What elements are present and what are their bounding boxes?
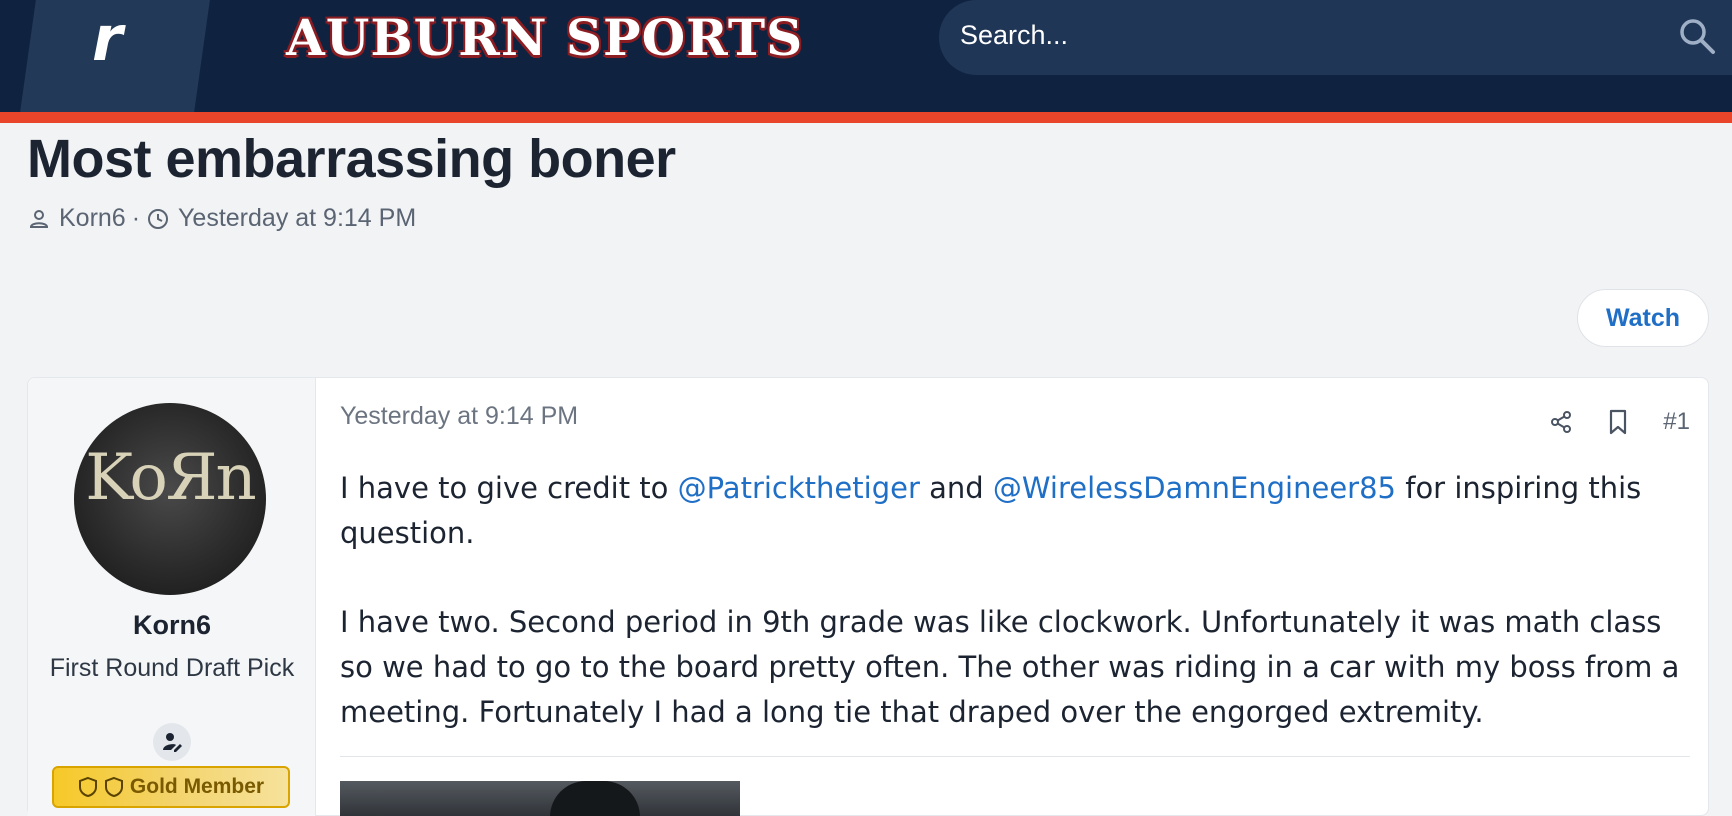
shield-icon (78, 776, 97, 798)
site-logo[interactable]: r (92, 2, 123, 75)
gold-member-label: Gold Member (129, 775, 265, 798)
post-paragraph: I have two. Second period in 9th grade w… (340, 605, 1680, 729)
user-edit-icon (163, 733, 182, 752)
post-divider (340, 756, 1690, 757)
post: KoЯn Korn6 First Round Draft Pick Gold M… (27, 377, 1709, 816)
user-title: First Round Draft Pick (49, 654, 295, 682)
header-accent-stripe (0, 112, 1732, 123)
clock-icon (148, 208, 169, 229)
avatar-logo-text: KoЯn (85, 441, 257, 515)
post-actions: #1 (1549, 408, 1690, 436)
post-text-segment: I have to give credit to (340, 471, 678, 505)
search-icon[interactable] (1678, 17, 1716, 55)
post-number[interactable]: #1 (1663, 408, 1690, 436)
brand-logo[interactable]: AUBURN SPORTS (286, 8, 803, 67)
page-title: Most embarrassing boner (27, 129, 676, 189)
bookmark-icon[interactable] (1607, 409, 1629, 435)
mention-link[interactable]: @Patrickthetiger (678, 471, 920, 505)
gold-member-badge: Gold Member (52, 766, 290, 808)
attached-image[interactable] (340, 781, 740, 816)
search-placeholder[interactable]: Search... (960, 20, 1068, 51)
post-text-segment: and (919, 471, 993, 505)
share-icon[interactable] (1549, 410, 1573, 434)
mention-link[interactable]: @WirelessDamnEngineer85 (993, 471, 1396, 505)
meta-separator: · (131, 204, 141, 232)
attached-image-figure (550, 781, 640, 816)
post-date[interactable]: Yesterday at 9:14 PM (340, 402, 578, 431)
user-badge (153, 723, 191, 761)
thread-author[interactable]: Korn6 (59, 204, 126, 233)
thread-meta: Korn6 · Yesterday at 9:14 PM (27, 204, 416, 233)
shield-icon (104, 776, 123, 798)
post-body: Yesterday at 9:14 PM #1 I have to give c… (340, 378, 1690, 816)
thread-time[interactable]: Yesterday at 9:14 PM (178, 204, 416, 233)
avatar[interactable]: KoЯn (74, 403, 266, 595)
post-username[interactable]: Korn6 (28, 610, 316, 641)
watch-button[interactable]: Watch (1577, 289, 1709, 347)
post-content: I have to give credit to @Patrickthetige… (340, 466, 1690, 735)
post-paragraph: I have to give credit to @Patrickthetige… (340, 466, 1690, 556)
post-user-panel: KoЯn Korn6 First Round Draft Pick Gold M… (28, 378, 316, 816)
user-icon (29, 209, 49, 228)
